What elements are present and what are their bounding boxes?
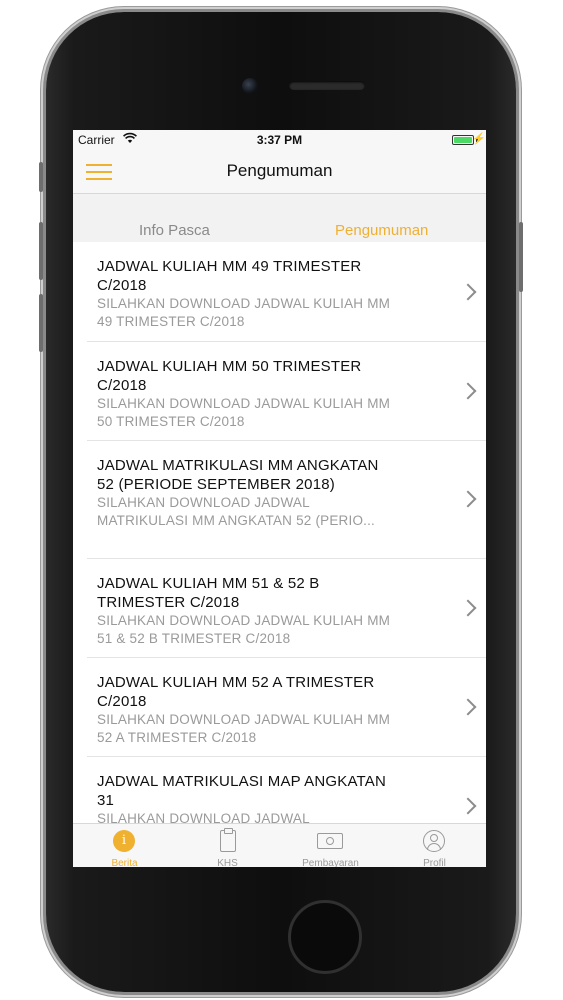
- bottom-tab-bar: i Berita KHS Pembayaran Profil: [73, 823, 486, 867]
- list-item-title: JADWAL KULIAH MM 50 TRIMESTER C/2018: [97, 358, 362, 394]
- list-item[interactable]: JADWAL KULIAH MM 50 TRIMESTER C/2018 SIL…: [87, 342, 486, 441]
- list-item[interactable]: JADWAL MATRIKULASI MM ANGKATAN 52 (PERIO…: [87, 441, 486, 559]
- mute-switch: [39, 162, 43, 192]
- list-item-title: JADWAL KULIAH MM 51 & 52 B TRIMESTER C/2…: [97, 575, 320, 611]
- list-item-subtitle: SILAHKAN DOWNLOAD JADWAL KULIAH MM 50 TR…: [97, 396, 391, 429]
- volume-down-button: [39, 294, 43, 352]
- list-item-subtitle: SILAHKAN DOWNLOAD JADWAL KULIAH MM 52 A …: [97, 712, 391, 745]
- home-button[interactable]: [288, 900, 362, 974]
- tab-label: Profil: [423, 858, 446, 867]
- chevron-right-icon: [459, 490, 477, 508]
- list-item-subtitle: SILAHKAN DOWNLOAD JADWAL MATRIKULASI MM …: [97, 495, 375, 528]
- tab-pembayaran[interactable]: Pembayaran: [279, 824, 382, 867]
- earpiece-speaker: [289, 81, 365, 90]
- list-item-title: JADWAL KULIAH MM 49 TRIMESTER C/2018: [97, 258, 362, 294]
- list-item[interactable]: JADWAL KULIAH MM 49 TRIMESTER C/2018 SIL…: [87, 242, 486, 342]
- chevron-right-icon: [459, 797, 477, 815]
- list-item[interactable]: JADWAL KULIAH MM 52 A TRIMESTER C/2018 S…: [87, 658, 486, 757]
- chevron-right-icon: [459, 599, 477, 617]
- list-item[interactable]: JADWAL MATRIKULASI MAP ANGKATAN 31 SILAH…: [87, 757, 486, 823]
- payment-icon: [317, 833, 343, 849]
- tab-label: KHS: [217, 858, 238, 867]
- tab-pengumuman[interactable]: Pengumuman: [335, 222, 428, 239]
- list-item[interactable]: JADWAL KULIAH MM 51 & 52 B TRIMESTER C/2…: [87, 559, 486, 658]
- list-item-subtitle: SILAHKAN DOWNLOAD JADWAL KULIAH MM 51 & …: [97, 613, 391, 646]
- tab-label: Berita: [111, 858, 138, 867]
- volume-up-button: [39, 222, 43, 280]
- app-screen: Carrier 3:37 PM ⚡ Pengumuman Info Pasca …: [73, 130, 486, 867]
- charging-icon: ⚡: [472, 133, 486, 145]
- list-item-title: JADWAL KULIAH MM 52 A TRIMESTER C/2018: [97, 674, 375, 710]
- status-bar: Carrier 3:37 PM ⚡: [73, 130, 486, 150]
- announcement-list: JADWAL KULIAH MM 49 TRIMESTER C/2018 SIL…: [87, 242, 486, 823]
- info-icon: i: [113, 830, 135, 852]
- list-item-title: JADWAL MATRIKULASI MAP ANGKATAN 31: [97, 773, 387, 809]
- status-time: 3:37 PM: [256, 133, 303, 147]
- chevron-right-icon: [459, 382, 477, 400]
- page-title: Pengumuman: [226, 161, 333, 180]
- tab-profil[interactable]: Profil: [383, 824, 486, 867]
- tab-label: Pembayaran: [302, 858, 359, 867]
- tab-berita[interactable]: i Berita: [73, 824, 176, 867]
- clipboard-icon: [220, 828, 236, 852]
- navigation-bar: Pengumuman: [73, 150, 486, 194]
- list-item-title: JADWAL MATRIKULASI MM ANGKATAN 52 (PERIO…: [97, 457, 379, 493]
- front-camera: [242, 78, 258, 94]
- tab-info-pasca[interactable]: Info Pasca: [139, 222, 210, 239]
- battery-icon: [452, 135, 474, 145]
- chevron-right-icon: [459, 283, 477, 301]
- chevron-right-icon: [459, 698, 477, 716]
- tab-khs[interactable]: KHS: [176, 824, 279, 867]
- segment-bar: Info Pasca Pengumuman: [73, 194, 486, 242]
- list-item-subtitle: SILAHKAN DOWNLOAD JADWAL: [97, 811, 310, 823]
- list-item-subtitle: SILAHKAN DOWNLOAD JADWAL KULIAH MM 49 TR…: [97, 296, 391, 329]
- power-button: [519, 222, 523, 292]
- profile-icon: [423, 830, 445, 852]
